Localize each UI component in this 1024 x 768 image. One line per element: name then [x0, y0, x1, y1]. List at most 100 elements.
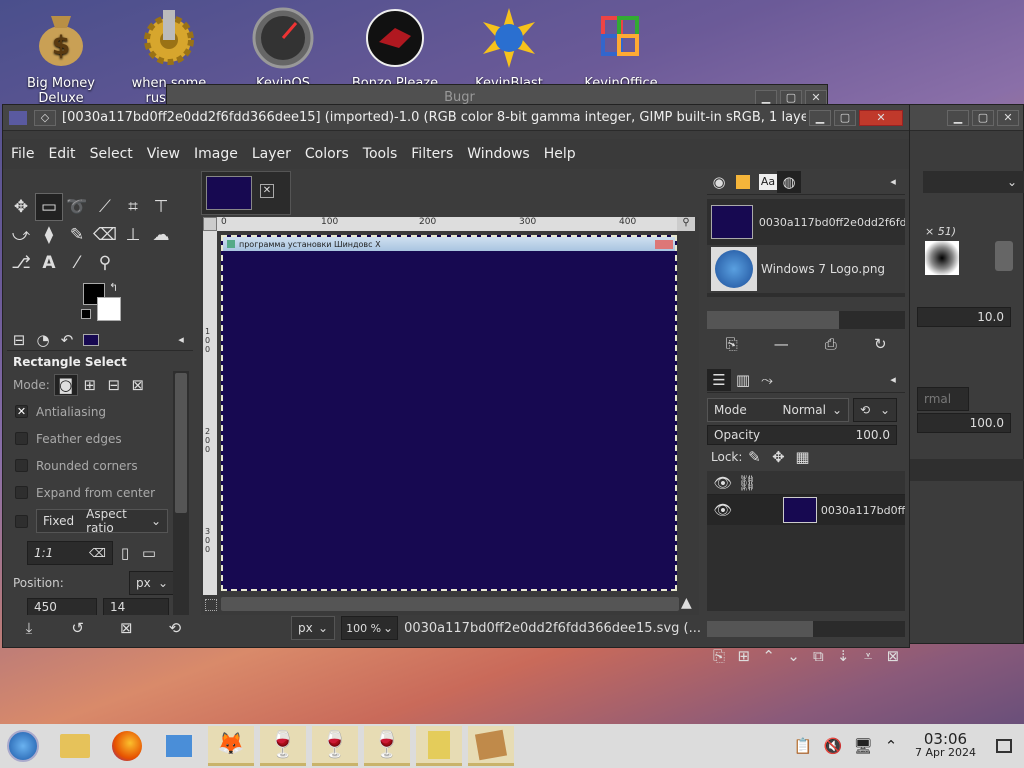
default-colors-icon[interactable] — [81, 309, 91, 319]
taskbar-wine-1[interactable]: 🍷 — [260, 726, 306, 766]
fixed-checkbox[interactable] — [15, 514, 28, 528]
position-x-field[interactable]: 450 — [27, 598, 97, 615]
color-picker-tool-icon[interactable]: ⁄ — [63, 249, 91, 277]
zoom-tool-icon[interactable]: ⚲ — [91, 249, 119, 277]
reset-options-icon[interactable]: ⟲ — [163, 617, 187, 639]
desktop-icon-kevinoffice[interactable]: KevinOffice — [566, 6, 676, 91]
landscape-icon[interactable]: ▭ — [137, 542, 161, 564]
mode-add-icon[interactable]: ⊞ — [78, 374, 102, 396]
position-y-field[interactable]: 14 — [103, 598, 169, 615]
quick-mask-icon[interactable] — [205, 599, 217, 611]
crop-tool-icon[interactable]: ⌗ — [119, 193, 147, 221]
close-tab-icon[interactable]: ✕ — [260, 184, 274, 198]
lock-position-icon[interactable]: ✥ — [766, 446, 790, 468]
menu-colors[interactable]: Colors — [305, 146, 349, 162]
chevron-up-icon[interactable]: ⌃ — [879, 735, 903, 757]
desktop-icon-kevinblast[interactable]: KevinBlast — [454, 6, 564, 91]
delete-layer-icon[interactable]: ⊠ — [881, 645, 905, 667]
raise-layer-icon[interactable]: ⌃ — [757, 645, 781, 667]
desktop-icon-kevinos[interactable]: KevinOS — [228, 6, 338, 91]
text-tool-icon[interactable]: A — [35, 249, 63, 277]
scrollbar[interactable] — [995, 241, 1013, 271]
menu-tools[interactable]: Tools — [363, 146, 398, 162]
mode-dropdown[interactable]: Mode Normal ⌄ — [707, 398, 849, 422]
tool-options-scrollbar[interactable] — [173, 371, 189, 615]
bucket-fill-tool-icon[interactable]: ⧫ — [35, 221, 63, 249]
expand-from-center-option[interactable]: Expand from center — [7, 479, 193, 506]
taskbar-system-settings[interactable] — [156, 726, 202, 766]
layers-scrollbar[interactable] — [707, 621, 905, 637]
lasso-tool-icon[interactable]: ➰ — [63, 193, 91, 221]
paths-tool-icon[interactable]: ⎇ — [7, 249, 35, 277]
paintbrush-tool-icon[interactable]: ✎ — [63, 221, 91, 249]
mode-select[interactable]: rmal — [917, 387, 969, 411]
list-item[interactable]: Windows 7 Logo.png — [707, 245, 905, 293]
desktop-icon-big-money[interactable]: $ Big Money Deluxe — [6, 6, 116, 106]
maximize-button[interactable]: ▢ — [834, 109, 856, 126]
new-group-icon[interactable]: ⊞ — [732, 645, 756, 667]
close-button[interactable]: ✕ — [997, 109, 1019, 126]
clone-tool-icon[interactable]: ⊥ — [119, 221, 147, 249]
panel-menu-icon[interactable]: ◂ — [169, 329, 193, 351]
unit-dropdown[interactable]: px ⌄ — [129, 571, 175, 595]
composite-mode-dropdown[interactable]: ⟲ ⌄ — [853, 398, 897, 422]
taskbar-firefox[interactable] — [104, 726, 150, 766]
checkbox[interactable] — [15, 432, 28, 445]
mode-replace-icon[interactable]: ◙ — [53, 373, 78, 396]
device-status-tab-icon[interactable]: ◔ — [31, 329, 55, 351]
mode-intersect-icon[interactable]: ⊠ — [126, 374, 150, 396]
portrait-icon[interactable]: ▯ — [113, 542, 137, 564]
fonts-tab-icon[interactable]: Aa — [759, 173, 777, 190]
panel-menu-icon[interactable]: ◂ — [881, 171, 905, 193]
mode-subtract-icon[interactable]: ⊟ — [102, 374, 126, 396]
taskbar-wine-2[interactable]: 🍷 — [312, 726, 358, 766]
clock[interactable]: 03:06 7 Apr 2024 — [915, 732, 976, 760]
anchor-layer-icon[interactable]: ⇣ — [831, 645, 855, 667]
zoom-field[interactable]: 100 % ⌄ — [341, 616, 399, 640]
navigate-icon[interactable]: ⚲ — [677, 217, 695, 231]
fuzzy-select-tool-icon[interactable]: ⟋ — [91, 193, 119, 221]
fixed-dropdown[interactable]: Fixed Aspect ratio ⌄ — [36, 507, 168, 535]
restore-options-icon[interactable]: ↺ — [66, 617, 90, 639]
images-scrollbar[interactable] — [707, 311, 905, 329]
taskbar-wine-3[interactable]: 🍷 — [364, 726, 410, 766]
duplicate-layer-icon[interactable]: ⧉ — [806, 645, 830, 667]
list-item[interactable]: 0030a117bd0ff2e0dd2f6fdc — [707, 199, 905, 245]
start-button[interactable] — [0, 726, 46, 766]
panel-menu-icon[interactable]: ◂ — [881, 369, 905, 391]
gimp-main-window[interactable]: ◇ [0030a117bd0ff2e0dd2f6fdd366dee15] (im… — [2, 104, 910, 665]
duplicate-image-icon[interactable]: ⎙ — [819, 333, 843, 355]
layers-tab-icon[interactable]: ☰ — [707, 368, 731, 391]
paths-tab-icon[interactable]: ⤳ — [755, 369, 779, 391]
move-tool-icon[interactable]: ✥ — [7, 193, 35, 221]
navigate-arrow-icon[interactable]: ▲ — [681, 595, 692, 611]
taskbar-package[interactable] — [468, 726, 514, 766]
lower-layer-icon[interactable]: ⌄ — [782, 645, 806, 667]
ruler-corner[interactable] — [203, 217, 217, 231]
opacity-field[interactable]: Opacity 100.0 — [707, 425, 897, 445]
new-layer-icon[interactable]: ⎘ — [707, 645, 731, 667]
rectangle-select-tool-icon[interactable]: ▭ — [35, 193, 63, 221]
menu-image[interactable]: Image — [194, 146, 238, 162]
eraser-tool-icon[interactable]: ⌫ — [91, 221, 119, 249]
image-tab-icon[interactable] — [79, 329, 103, 351]
minimize-button[interactable]: ▁ — [809, 109, 831, 126]
images-tab-icon[interactable]: ◍ — [777, 170, 801, 193]
eye-icon[interactable]: 👁 — [711, 499, 735, 521]
clipboard-icon[interactable]: 📋 — [791, 735, 815, 757]
menu-select[interactable]: Select — [90, 146, 133, 162]
close-button[interactable]: ✕ — [859, 109, 903, 126]
checkbox[interactable] — [15, 459, 28, 472]
volume-muted-icon[interactable]: 🔇 — [821, 735, 845, 757]
menu-windows[interactable]: Windows — [467, 146, 530, 162]
lock-alpha-icon[interactable]: ▦ — [790, 446, 814, 468]
patterns-tab-icon[interactable] — [731, 171, 755, 193]
tool-options-tab-icon[interactable]: ⊟ — [7, 329, 31, 351]
rounded-corners-option[interactable]: Rounded corners — [7, 452, 193, 479]
opacity-field[interactable]: 100.0 — [917, 413, 1011, 433]
warp-tool-icon[interactable]: ⤻ — [7, 221, 35, 249]
taskbar-file-manager[interactable] — [52, 726, 98, 766]
layer-row[interactable]: 👁 0030a117bd0ff — [707, 495, 905, 525]
background-color[interactable] — [97, 297, 121, 321]
brush-dropdown[interactable]: ⌄ — [923, 171, 1024, 193]
